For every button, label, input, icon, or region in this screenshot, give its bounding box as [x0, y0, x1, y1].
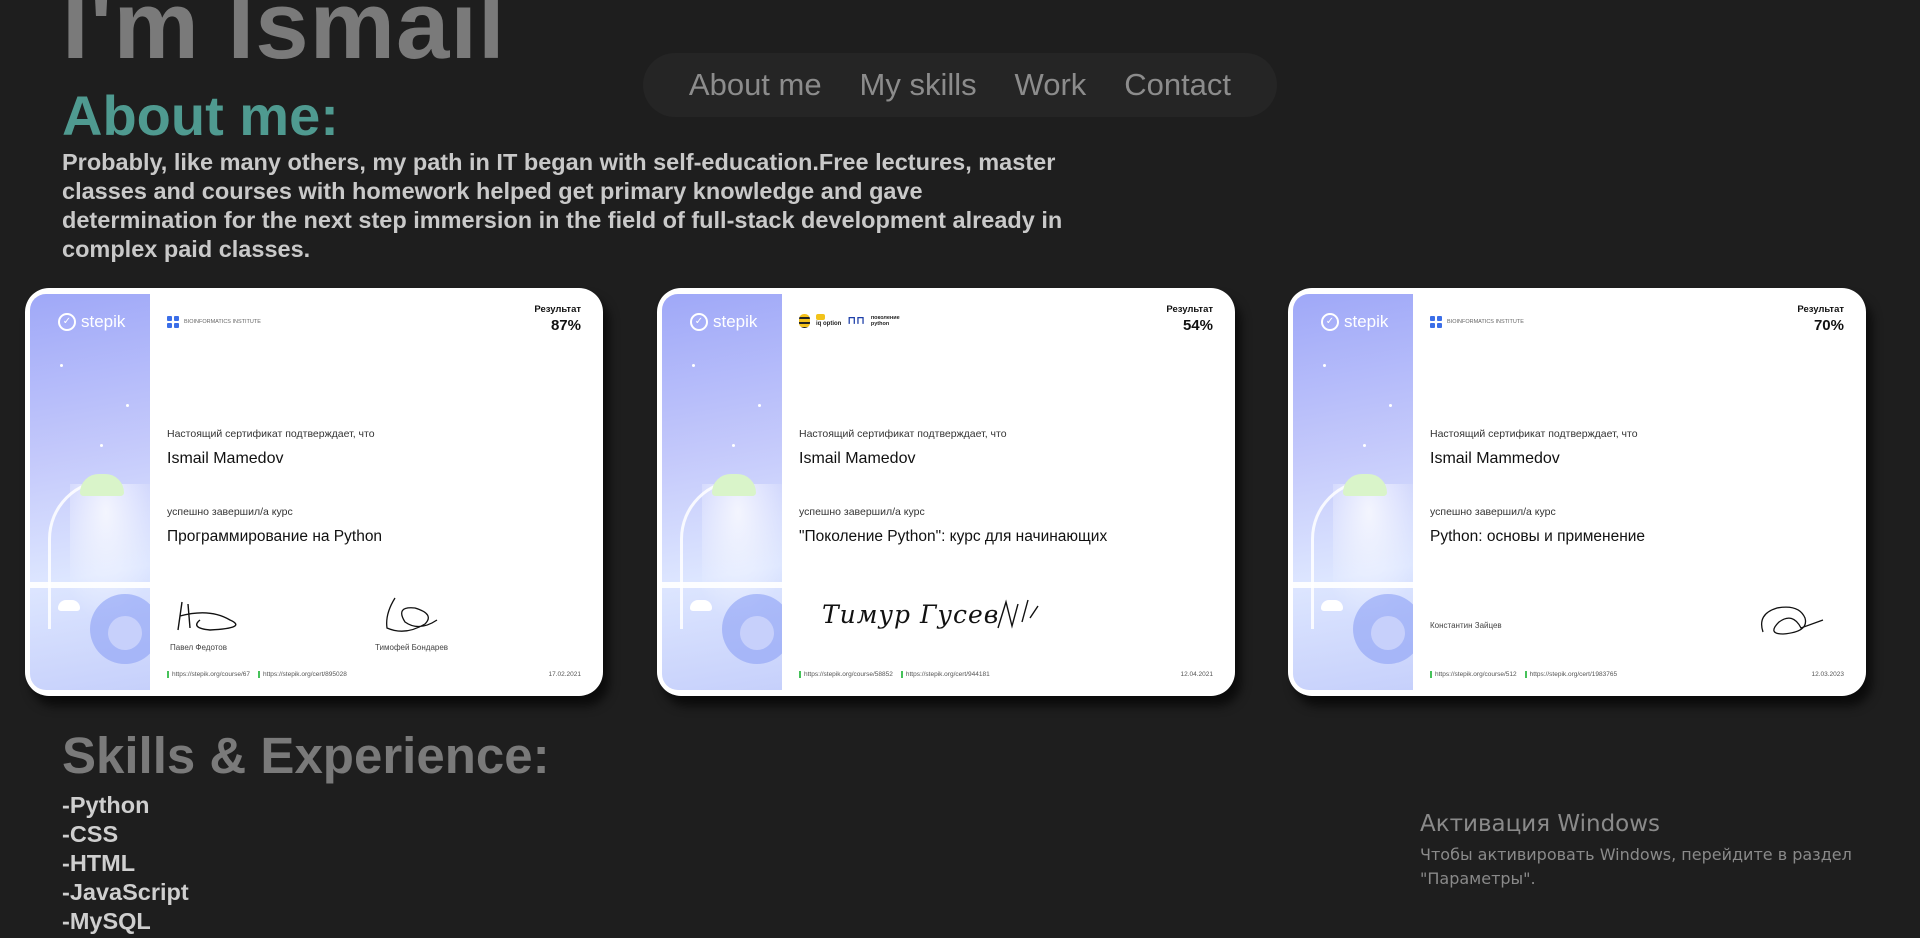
course-name: Программирование на Python	[167, 528, 383, 545]
skill-item: -Python	[62, 792, 150, 818]
nav-my-skills[interactable]: My skills	[860, 67, 977, 103]
stepik-logo: ✓ stepik	[690, 312, 757, 332]
course-link[interactable]: https://stepik.org/course/512	[1430, 671, 1517, 678]
course-link[interactable]: https://stepik.org/course/67	[167, 671, 250, 678]
result-value: 54%	[1182, 317, 1213, 334]
skill-item: -HTML	[62, 850, 136, 876]
certificate-illustration: ✓ stepik	[30, 294, 150, 690]
course-link[interactable]: https://stepik.org/course/58852	[799, 671, 893, 678]
certificate-links: https://stepik.org/course/58852 https://…	[799, 671, 990, 678]
result-block: Результат 70%	[1797, 304, 1844, 334]
bioinformatics-icon	[1430, 316, 1442, 328]
person-name: Ismail Mammedov	[1430, 450, 1560, 467]
confirm-text: Настоящий сертификат подтверждает, что	[167, 428, 375, 440]
bee-icon	[799, 314, 810, 328]
stepik-icon: ✓	[1321, 313, 1339, 331]
result-block: Результат 87%	[534, 304, 581, 334]
stepik-icon: ✓	[58, 313, 76, 331]
nav-contact[interactable]: Contact	[1124, 67, 1231, 103]
about-title: About me:	[62, 84, 339, 147]
certificate-card[interactable]: ✓ stepik Bioinformatics Institute Резуль…	[1288, 288, 1866, 696]
stepik-logo: ✓ stepik	[58, 312, 125, 332]
cert-link[interactable]: https://stepik.org/cert/944181	[900, 671, 990, 678]
result-block: Результат 54%	[1166, 304, 1213, 334]
org-logo: Bioinformatics Institute	[1430, 316, 1524, 328]
skill-item: -JavaScript	[62, 879, 189, 905]
hero-name: I'm Ismail	[62, 0, 506, 79]
certificate-date: 12.04.2021	[1180, 671, 1213, 678]
certificate-date: 12.03.2023	[1811, 671, 1844, 678]
nav-work[interactable]: Work	[1015, 67, 1087, 103]
person-name: Ismail Mamedov	[167, 450, 284, 467]
signature-1	[177, 601, 237, 631]
completed-text: успешно завершил/а курс	[167, 506, 293, 518]
skill-item: -CSS	[62, 821, 119, 847]
activation-title: Активация Windows	[1420, 811, 1661, 837]
certificate-illustration: ✓ stepik	[662, 294, 782, 690]
certificate-date: 17.02.2021	[548, 671, 581, 678]
confirm-text: Настоящий сертификат подтверждает, что	[799, 428, 1007, 440]
signature-handwritten: Тимур Гусев	[822, 600, 1000, 629]
skills-list: -Python -CSS -HTML -JavaScript -MySQL	[62, 791, 189, 936]
nav-about-me[interactable]: About me	[689, 67, 822, 103]
skills-title: Skills & Experience:	[62, 727, 550, 784]
result-value: 87%	[550, 317, 581, 334]
course-name: "Поколение Python": курс для начинающих	[799, 528, 1108, 545]
org-logo: Bioinformatics Institute	[167, 316, 261, 328]
certificate-illustration: ✓ stepik	[1293, 294, 1413, 690]
cert-link[interactable]: https://stepik.org/cert/1983765	[1524, 671, 1617, 678]
confirm-text: Настоящий сертификат подтверждает, что	[1430, 428, 1638, 440]
cert-link[interactable]: https://stepik.org/cert/895028	[258, 671, 347, 678]
iq-option-logo: iq option	[816, 314, 841, 328]
pokolenie-python-logo: ⊓⊓	[847, 314, 865, 327]
signature-2	[386, 597, 438, 632]
partner-logos: iq option ⊓⊓ поколение python	[799, 314, 900, 328]
certificate-card[interactable]: ✓ stepik Bioinformatics Institute Резуль…	[25, 288, 603, 696]
signature-3	[997, 599, 1039, 629]
certificate-links: https://stepik.org/course/512 https://st…	[1430, 671, 1617, 678]
course-name: Python: основы и применение	[1430, 528, 1646, 545]
about-text: Probably, like many others, my path in I…	[62, 149, 1063, 262]
result-value: 70%	[1813, 317, 1844, 334]
activation-text: Чтобы активировать Windows, перейдите в …	[1420, 845, 1852, 888]
skill-item: -MySQL	[62, 908, 151, 934]
certificate-card[interactable]: ✓ stepik iq option ⊓⊓ поколение python Р…	[657, 288, 1235, 696]
completed-text: успешно завершил/а курс	[1430, 506, 1556, 518]
certificate-links: https://stepik.org/course/67 https://ste…	[167, 671, 347, 678]
main-nav: About me My skills Work Contact	[643, 53, 1277, 117]
stepik-icon: ✓	[690, 313, 708, 331]
completed-text: успешно завершил/а курс	[799, 506, 925, 518]
stepik-logo: ✓ stepik	[1321, 312, 1388, 332]
bioinformatics-icon	[167, 316, 179, 328]
person-name: Ismail Mamedov	[799, 450, 916, 467]
signature-4	[1760, 606, 1824, 635]
windows-activation-watermark: Активация Windows Чтобы активировать Win…	[1420, 811, 1860, 891]
